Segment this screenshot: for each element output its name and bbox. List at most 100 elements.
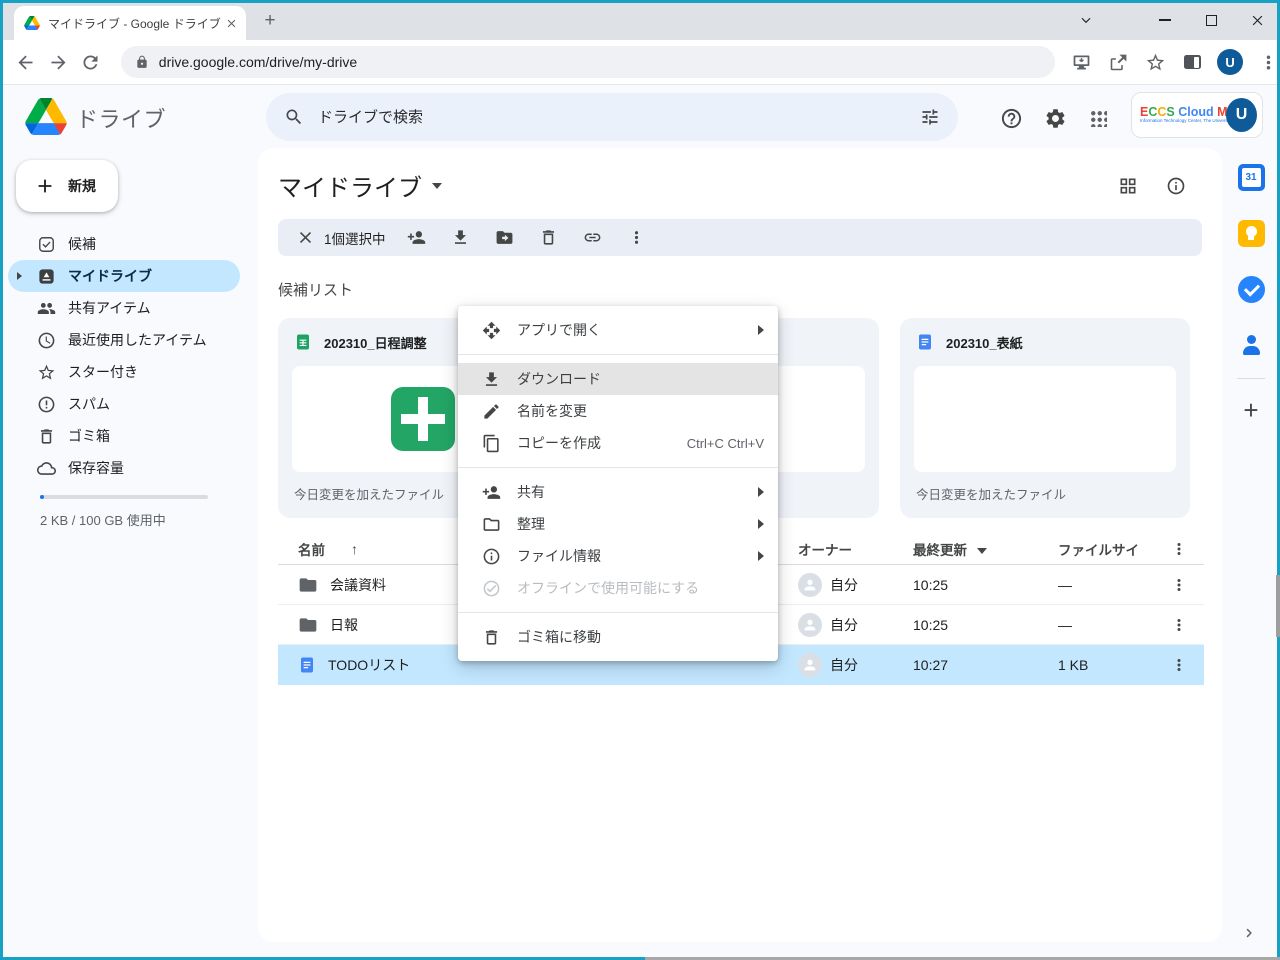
tab-close-button[interactable] <box>225 17 238 30</box>
menu-divider <box>458 467 778 468</box>
menu-item-make-copy[interactable]: コピーを作成Ctrl+C Ctrl+V <box>458 427 778 459</box>
clock-icon <box>37 331 56 350</box>
move-selected-button[interactable] <box>488 221 522 255</box>
collapse-panel-button[interactable] <box>1240 924 1258 942</box>
apps-grid-button[interactable] <box>1085 105 1111 131</box>
page-title[interactable]: マイドライブ <box>278 168 422 203</box>
get-addons-button[interactable]: + <box>1236 395 1266 425</box>
back-button[interactable] <box>14 50 38 74</box>
sidebar-item-shared[interactable]: 共有アイテム <box>8 292 240 324</box>
row-menu-button[interactable] <box>1170 576 1204 594</box>
share-button[interactable] <box>1106 50 1130 74</box>
search-filter-icon[interactable] <box>920 107 940 127</box>
card-preview <box>914 366 1176 472</box>
copy-link-button[interactable] <box>576 221 610 255</box>
menu-item-open-with[interactable]: アプリで開く <box>458 314 778 346</box>
open-with-icon <box>482 321 501 340</box>
sidebar-item-storage[interactable]: 保存容量 <box>8 452 240 484</box>
storage-text: 2 KB / 100 GB 使用中 <box>40 510 166 529</box>
file-size: — <box>1058 577 1170 593</box>
sidebar-item-recent[interactable]: 最近使用したアイテム <box>8 324 240 356</box>
modified-time: 10:25 <box>913 617 1058 633</box>
submenu-arrow-icon <box>758 519 764 529</box>
calendar-icon: 31 <box>1238 164 1265 191</box>
sidebar-item-trash[interactable]: ゴミ箱 <box>8 420 240 452</box>
drive-app: ドライブ ECCS Cloud Mail Information Technol… <box>0 85 1280 960</box>
calendar-button[interactable]: 31 <box>1236 162 1266 192</box>
download-icon <box>482 370 501 389</box>
sidebar: 新規 候補 マイドライブ 共有アイテム 最近使用したアイテム スタ <box>0 148 258 960</box>
lock-icon <box>135 55 149 69</box>
sidebar-item-my-drive[interactable]: マイドライブ <box>8 260 240 292</box>
maximize-button[interactable] <box>1188 0 1234 40</box>
settings-button[interactable] <box>1042 105 1068 131</box>
menu-item-download[interactable]: ダウンロード <box>458 363 778 395</box>
selection-toolbar: 1個選択中 <box>278 219 1202 256</box>
delete-selected-button[interactable] <box>532 221 566 255</box>
owner-name: 自分 <box>830 655 858 675</box>
side-panel-icon <box>1184 55 1201 69</box>
save-page-button[interactable] <box>1069 50 1093 74</box>
clear-selection-button[interactable] <box>288 221 322 255</box>
keep-button[interactable] <box>1236 218 1266 248</box>
back-icon <box>15 52 36 73</box>
account-badge[interactable]: ECCS Cloud Mail Information Technology C… <box>1131 92 1263 138</box>
browser-tab[interactable]: マイドライブ - Google ドライブ <box>14 6 246 40</box>
suggestion-card[interactable]: 202310_表紙 今日変更を加えたファイル <box>900 318 1190 518</box>
row-menu-button[interactable] <box>1170 616 1204 634</box>
reload-button[interactable] <box>79 50 103 74</box>
menu-item-rename[interactable]: 名前を変更 <box>458 395 778 427</box>
menu-divider <box>458 612 778 613</box>
menu-item-share[interactable]: 共有 <box>458 476 778 508</box>
gear-icon <box>1044 107 1067 130</box>
details-button[interactable] <box>1163 173 1189 199</box>
minimize-button[interactable] <box>1142 0 1188 40</box>
menu-item-organize[interactable]: 整理 <box>458 508 778 540</box>
scrollbar-thumb[interactable] <box>1276 575 1280 637</box>
submenu-arrow-icon <box>758 551 764 561</box>
folder-move-icon <box>495 228 514 247</box>
forward-button[interactable] <box>47 50 71 74</box>
plus-icon <box>34 175 56 197</box>
person-add-icon <box>407 228 426 247</box>
column-owner[interactable]: オーナー <box>798 539 913 559</box>
browser-menu-button[interactable] <box>1256 50 1280 74</box>
context-menu: アプリで開く ダウンロード 名前を変更 コピーを作成Ctrl+C Ctrl+V … <box>458 306 778 661</box>
sidebar-item-spam[interactable]: スパム <box>8 388 240 420</box>
sidebar-item-starred[interactable]: スター付き <box>8 356 240 388</box>
column-modified[interactable]: 最終更新 <box>913 539 1058 559</box>
tab-search-button[interactable] <box>1064 0 1108 40</box>
grid-view-button[interactable] <box>1115 173 1141 199</box>
owner-name: 自分 <box>830 575 858 595</box>
app-name: ドライブ <box>76 102 166 134</box>
menu-item-move-to-trash[interactable]: ゴミ箱に移動 <box>458 621 778 653</box>
tasks-button[interactable] <box>1236 274 1266 304</box>
submenu-arrow-icon <box>758 487 764 497</box>
close-window-button[interactable] <box>1234 0 1280 40</box>
search-bar[interactable] <box>266 93 958 141</box>
bookmark-star-button[interactable] <box>1143 50 1167 74</box>
search-input[interactable] <box>318 109 920 126</box>
contacts-button[interactable] <box>1236 330 1266 360</box>
menu-item-file-info[interactable]: ファイル情報 <box>458 540 778 572</box>
side-panel-button[interactable] <box>1180 50 1204 74</box>
person-icon <box>802 617 818 633</box>
share-selected-button[interactable] <box>400 221 434 255</box>
new-tab-button[interactable]: + <box>258 9 282 33</box>
more-actions-button[interactable] <box>620 221 654 255</box>
column-settings-button[interactable] <box>1170 540 1204 558</box>
row-menu-button[interactable] <box>1170 656 1204 674</box>
title-caret-icon[interactable] <box>432 183 442 189</box>
account-avatar[interactable]: U <box>1226 98 1257 132</box>
help-button[interactable] <box>998 105 1024 131</box>
expand-arrow-icon[interactable] <box>17 272 22 280</box>
column-size[interactable]: ファイルサイ <box>1058 539 1170 559</box>
more-vert-icon <box>1170 576 1188 594</box>
browser-avatar[interactable]: U <box>1217 49 1243 75</box>
save-page-icon <box>1071 52 1092 73</box>
sidebar-item-suggested[interactable]: 候補 <box>8 228 240 260</box>
download-selected-button[interactable] <box>444 221 478 255</box>
tasks-icon <box>1238 276 1265 303</box>
address-bar[interactable]: drive.google.com/drive/my-drive <box>121 46 1055 78</box>
new-button[interactable]: 新規 <box>16 160 118 212</box>
